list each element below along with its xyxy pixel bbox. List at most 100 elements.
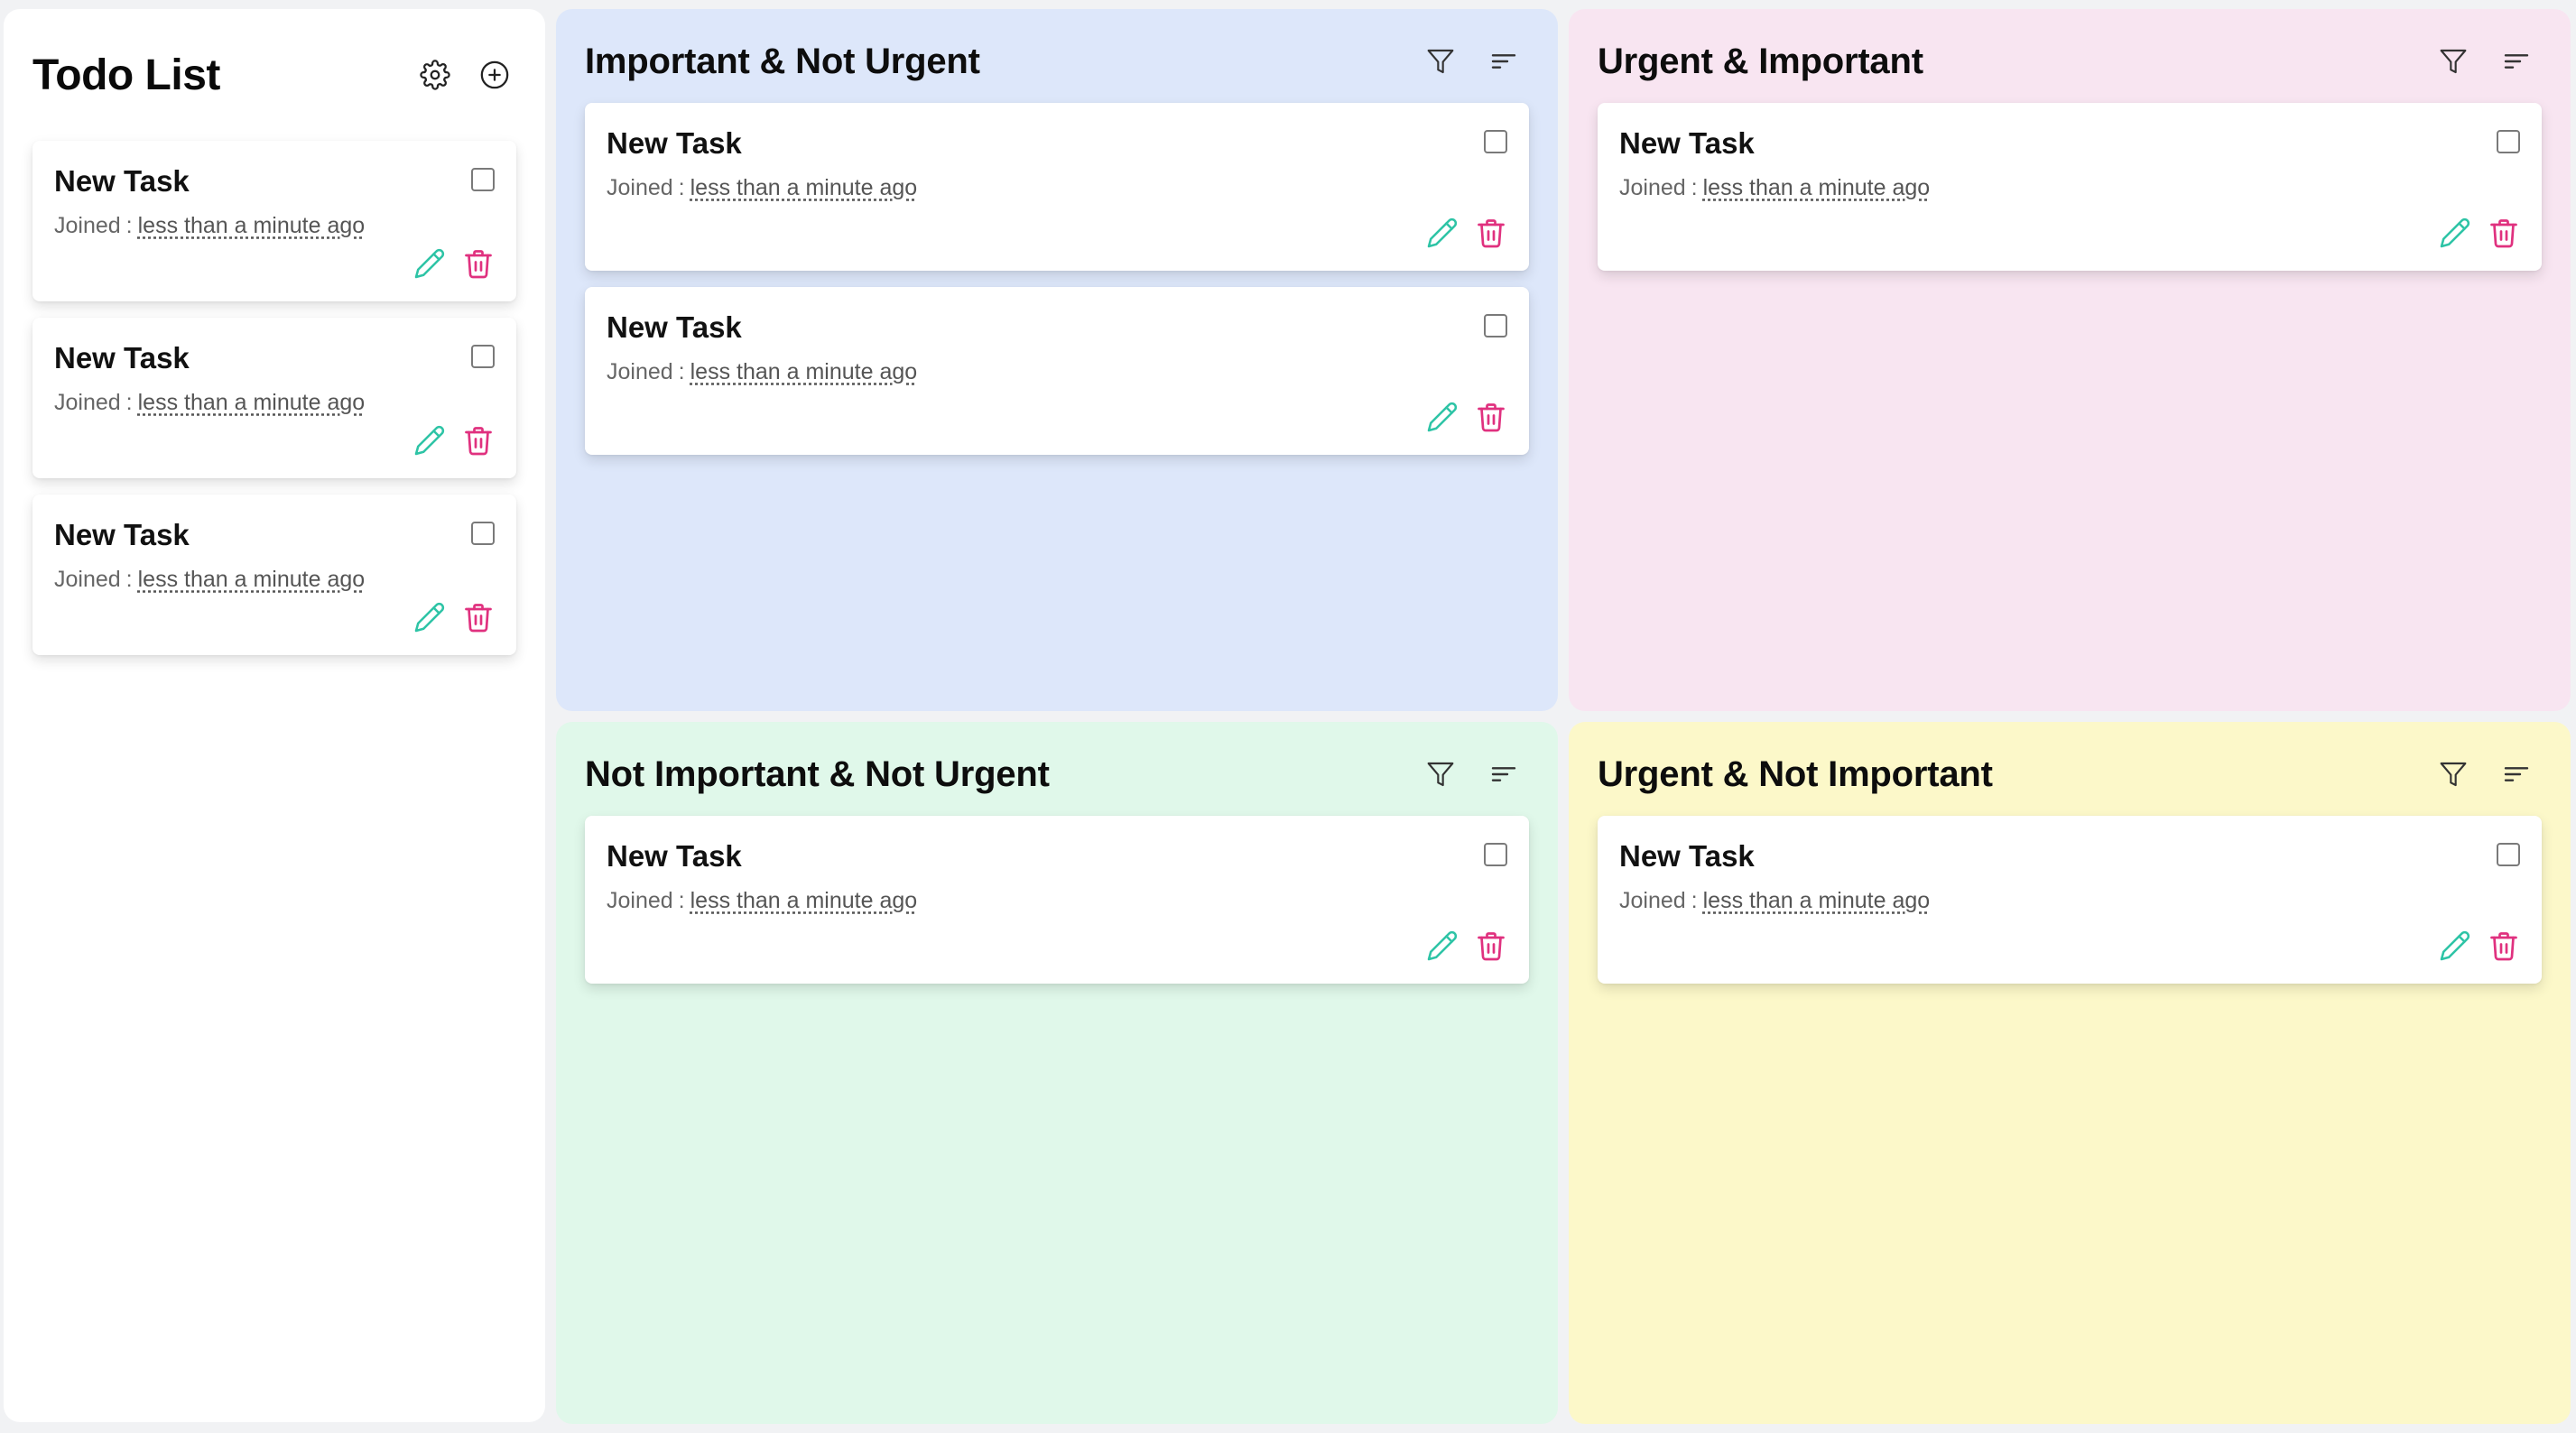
- task-card[interactable]: New Task Joined: less than a minute ago: [32, 495, 516, 655]
- task-actions: [1426, 929, 1507, 962]
- quadrant-header: Urgent & Not Important: [1598, 722, 2542, 816]
- task-meta-separator: :: [125, 567, 133, 592]
- task-card[interactable]: New Task Joined: less than a minute ago: [32, 318, 516, 478]
- trash-icon[interactable]: [1475, 401, 1507, 433]
- trash-icon[interactable]: [462, 247, 495, 280]
- quadrant-urgent-not-important: Urgent & Not Important New Task Joined: l…: [1569, 722, 2571, 1424]
- task-card[interactable]: New Task Joined: less than a minute ago: [1598, 816, 2542, 984]
- quadrant-important-not-urgent: Important & Not Urgent New Task Joined: l…: [556, 9, 1558, 711]
- task-relative-time: less than a minute ago: [137, 213, 366, 238]
- plus-circle-icon: [480, 60, 509, 89]
- task-meta-separator: :: [678, 175, 685, 200]
- trash-icon[interactable]: [462, 424, 495, 457]
- trash-icon[interactable]: [2488, 217, 2520, 249]
- task-title: New Task: [607, 310, 742, 344]
- task-actions: [413, 247, 495, 280]
- task-meta-label: Joined: [607, 175, 673, 200]
- trash-icon[interactable]: [1475, 217, 1507, 249]
- task-title: New Task: [1619, 126, 1755, 160]
- task-relative-time: less than a minute ago: [137, 567, 366, 592]
- task-meta: Joined: less than a minute ago: [607, 175, 1507, 201]
- task-meta-label: Joined: [607, 888, 673, 913]
- task-checkbox[interactable]: [471, 345, 495, 368]
- task-card[interactable]: New Task Joined: less than a minute ago: [585, 103, 1529, 271]
- pencil-icon[interactable]: [1426, 929, 1459, 962]
- trash-icon[interactable]: [1475, 929, 1507, 962]
- quadrant-tools: [1424, 45, 1529, 78]
- filter-button[interactable]: [2437, 758, 2469, 790]
- quadrant-task-list: New Task Joined: less than a minute ago: [1598, 816, 2542, 984]
- filter-button[interactable]: [1424, 758, 1457, 790]
- trash-icon[interactable]: [462, 601, 495, 633]
- sidebar-task-list: New Task Joined: less than a minute ago N…: [32, 141, 516, 655]
- task-meta: Joined: less than a minute ago: [54, 213, 495, 239]
- quadrant-tools: [2437, 758, 2542, 790]
- task-title: New Task: [54, 164, 190, 198]
- task-meta: Joined: less than a minute ago: [607, 888, 1507, 914]
- page-title: Todo List: [32, 51, 220, 99]
- task-meta-separator: :: [1691, 175, 1698, 200]
- filter-button[interactable]: [1424, 45, 1457, 78]
- sort-icon: [2504, 54, 2529, 69]
- task-title: New Task: [54, 518, 190, 551]
- task-meta-separator: :: [125, 390, 133, 415]
- quadrant-tools: [1424, 758, 1529, 790]
- quadrant-task-list: New Task Joined: less than a minute ago: [585, 816, 1529, 984]
- sort-icon: [2504, 767, 2529, 781]
- trash-icon[interactable]: [2488, 929, 2520, 962]
- task-relative-time: less than a minute ago: [1702, 888, 1931, 913]
- sort-button[interactable]: [2500, 758, 2533, 790]
- sort-button[interactable]: [1487, 45, 1520, 78]
- task-relative-time: less than a minute ago: [690, 175, 918, 200]
- filter-icon: [2440, 762, 2467, 787]
- task-checkbox[interactable]: [1484, 314, 1507, 337]
- task-card[interactable]: New Task Joined: less than a minute ago: [32, 141, 516, 301]
- quadrant-not-important-not-urgent: Not Important & Not Urgent New Task Join…: [556, 722, 1558, 1424]
- task-title: New Task: [1619, 839, 1755, 873]
- quadrant-title: Urgent & Not Important: [1598, 753, 1993, 794]
- pencil-icon[interactable]: [1426, 217, 1459, 249]
- task-checkbox[interactable]: [1484, 843, 1507, 866]
- sort-button[interactable]: [2500, 45, 2533, 78]
- quadrant-task-list: New Task Joined: less than a minute ago N…: [585, 103, 1529, 455]
- pencil-icon[interactable]: [2439, 929, 2471, 962]
- task-checkbox[interactable]: [2497, 130, 2520, 153]
- task-card[interactable]: New Task Joined: less than a minute ago: [585, 287, 1529, 455]
- todo-app: Todo List New Task Joined: less than a …: [0, 0, 2576, 1433]
- quadrant-title: Important & Not Urgent: [585, 41, 980, 81]
- task-meta-separator: :: [125, 213, 133, 238]
- task-meta-separator: :: [678, 359, 685, 384]
- sort-button[interactable]: [1487, 758, 1520, 790]
- sidebar-header: Todo List: [32, 9, 516, 126]
- pencil-icon[interactable]: [413, 247, 446, 280]
- settings-button[interactable]: [419, 59, 451, 91]
- task-title: New Task: [607, 126, 742, 160]
- pencil-icon[interactable]: [413, 424, 446, 457]
- filter-button[interactable]: [2437, 45, 2469, 78]
- quadrant-title: Urgent & Important: [1598, 41, 1923, 81]
- pencil-icon[interactable]: [2439, 217, 2471, 249]
- quadrant-header: Urgent & Important: [1598, 9, 2542, 103]
- task-actions: [2439, 217, 2520, 249]
- sort-icon: [1491, 767, 1516, 781]
- task-card[interactable]: New Task Joined: less than a minute ago: [585, 816, 1529, 984]
- pencil-icon[interactable]: [1426, 401, 1459, 433]
- task-meta-label: Joined: [1619, 888, 1686, 913]
- add-task-button[interactable]: [478, 59, 511, 91]
- task-checkbox[interactable]: [2497, 843, 2520, 866]
- task-actions: [2439, 929, 2520, 962]
- task-meta: Joined: less than a minute ago: [54, 567, 495, 593]
- task-actions: [1426, 217, 1507, 249]
- task-card[interactable]: New Task Joined: less than a minute ago: [1598, 103, 2542, 271]
- task-checkbox[interactable]: [471, 168, 495, 191]
- task-checkbox[interactable]: [471, 522, 495, 545]
- quadrant-header: Not Important & Not Urgent: [585, 722, 1529, 816]
- pencil-icon[interactable]: [413, 601, 446, 633]
- task-meta-label: Joined: [54, 213, 121, 238]
- sort-icon: [1491, 54, 1516, 69]
- task-actions: [413, 424, 495, 457]
- task-checkbox[interactable]: [1484, 130, 1507, 153]
- task-meta-separator: :: [1691, 888, 1698, 913]
- filter-icon: [1427, 49, 1454, 74]
- gear-icon: [420, 60, 450, 90]
